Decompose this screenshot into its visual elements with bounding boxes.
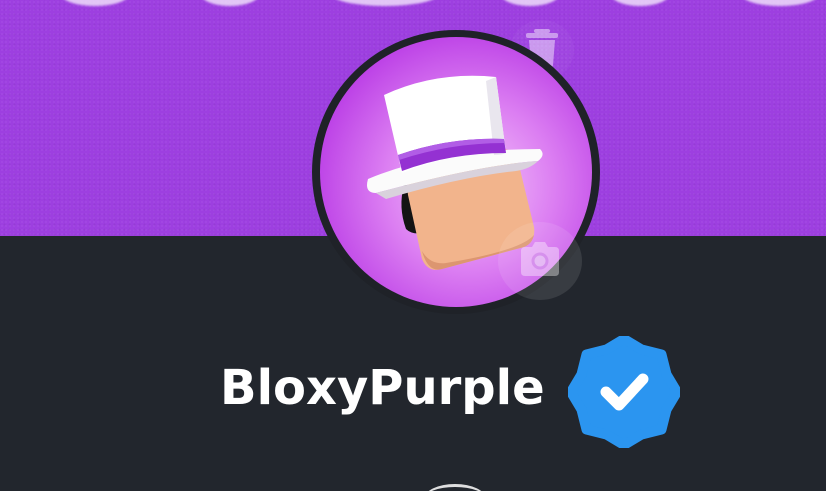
banner-decoration — [740, 0, 820, 6]
banner-decoration — [610, 0, 670, 6]
username: BloxyPurple — [220, 360, 545, 416]
change-avatar-button[interactable] — [498, 222, 582, 300]
banner-decoration — [330, 0, 440, 6]
profile-page: BloxyPurple — [0, 0, 826, 491]
banner-decoration — [60, 0, 130, 6]
banner-decoration — [500, 0, 560, 6]
verified-badge — [566, 334, 682, 450]
verified-badge-icon — [566, 334, 682, 450]
banner-decoration — [200, 0, 260, 6]
camera-icon — [521, 242, 559, 276]
